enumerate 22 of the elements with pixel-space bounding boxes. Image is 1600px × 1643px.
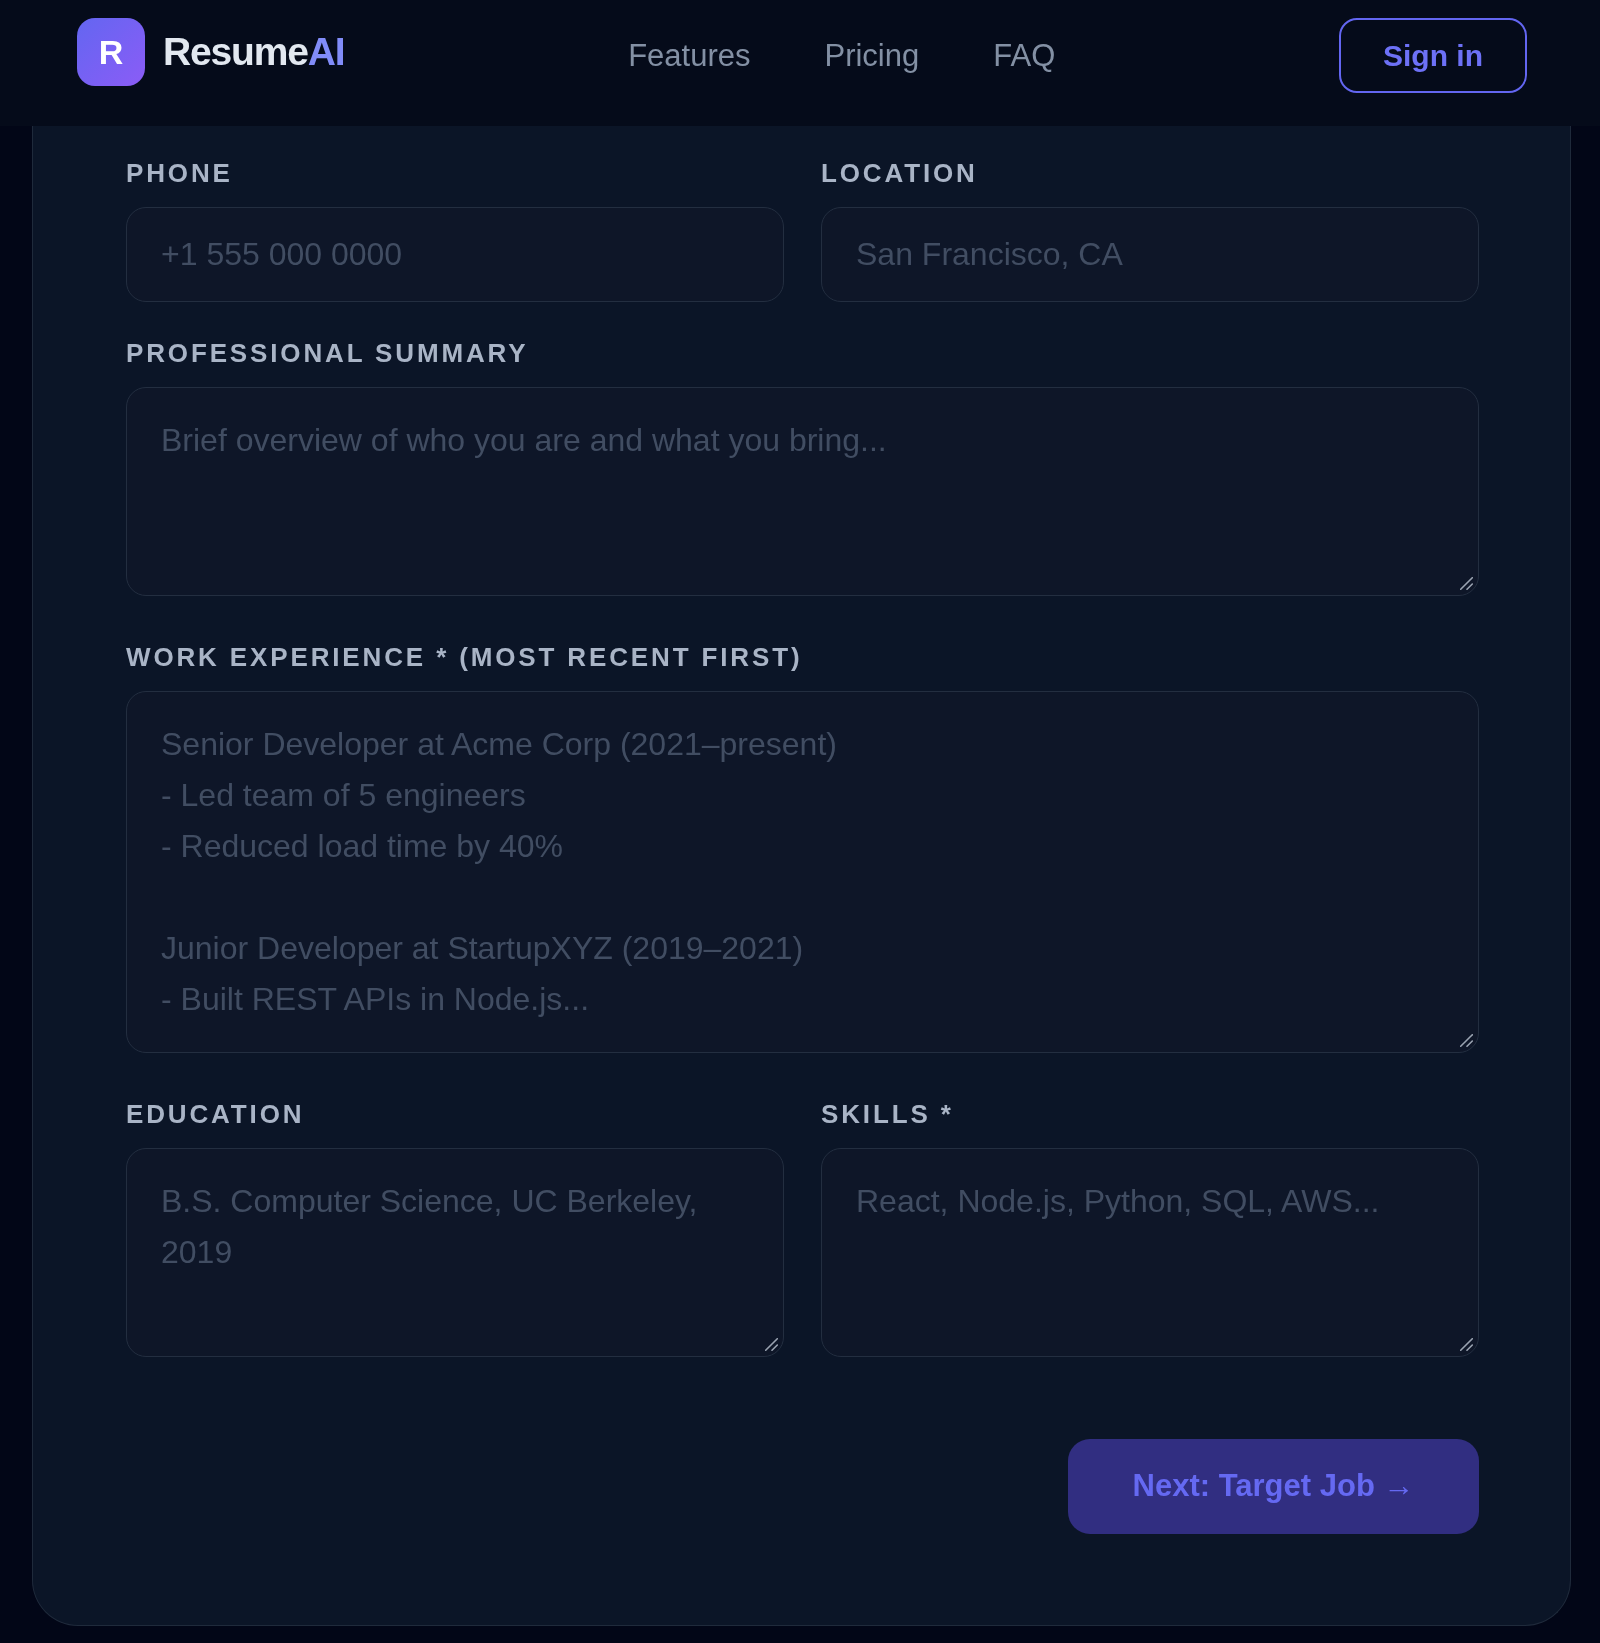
field-label: SKILLS * [821, 1099, 955, 1130]
text-area-field[interactable]: React, Node.js, Python, SQL, AWS... [821, 1148, 1479, 1357]
text-area-field[interactable]: B.S. Computer Science, UC Berkeley, 2019 [126, 1148, 784, 1357]
field-label: PHONE [126, 158, 234, 189]
field-label: EDUCATION [126, 1099, 306, 1130]
resize-handle-icon[interactable] [1460, 577, 1473, 590]
nav-link[interactable]: Pricing [824, 36, 920, 75]
field-label: LOCATION [821, 158, 979, 189]
sign-in-button[interactable]: Sign in [1339, 18, 1527, 93]
text-area-field[interactable]: Brief overview of who you are and what you bring... [126, 387, 1479, 596]
nav-link[interactable]: FAQ [993, 36, 1056, 75]
text-area-field[interactable]: Senior Developer at Acme Corp (2021–present) - Led team of 5 engineers - Reduced load time by 40% Junior Developer at StartupXYZ (2019–2021) - Built REST APIs in Node.js... [126, 691, 1479, 1053]
resize-handle-icon[interactable] [1460, 1034, 1473, 1047]
input-field[interactable]: +1 555 000 0000 [126, 207, 784, 302]
nav-link[interactable]: Features [628, 36, 751, 75]
logo-mark[interactable]: R [77, 18, 145, 86]
field-label: WORK EXPERIENCE * (MOST RECENT FIRST) [126, 642, 804, 673]
resize-handle-icon[interactable] [765, 1338, 778, 1351]
resize-handle-icon[interactable] [1460, 1338, 1473, 1351]
input-field[interactable]: San Francisco, CA [821, 207, 1479, 302]
brand-name[interactable]: ResumeAI [163, 29, 345, 75]
field-label: PROFESSIONAL SUMMARY [126, 338, 530, 369]
